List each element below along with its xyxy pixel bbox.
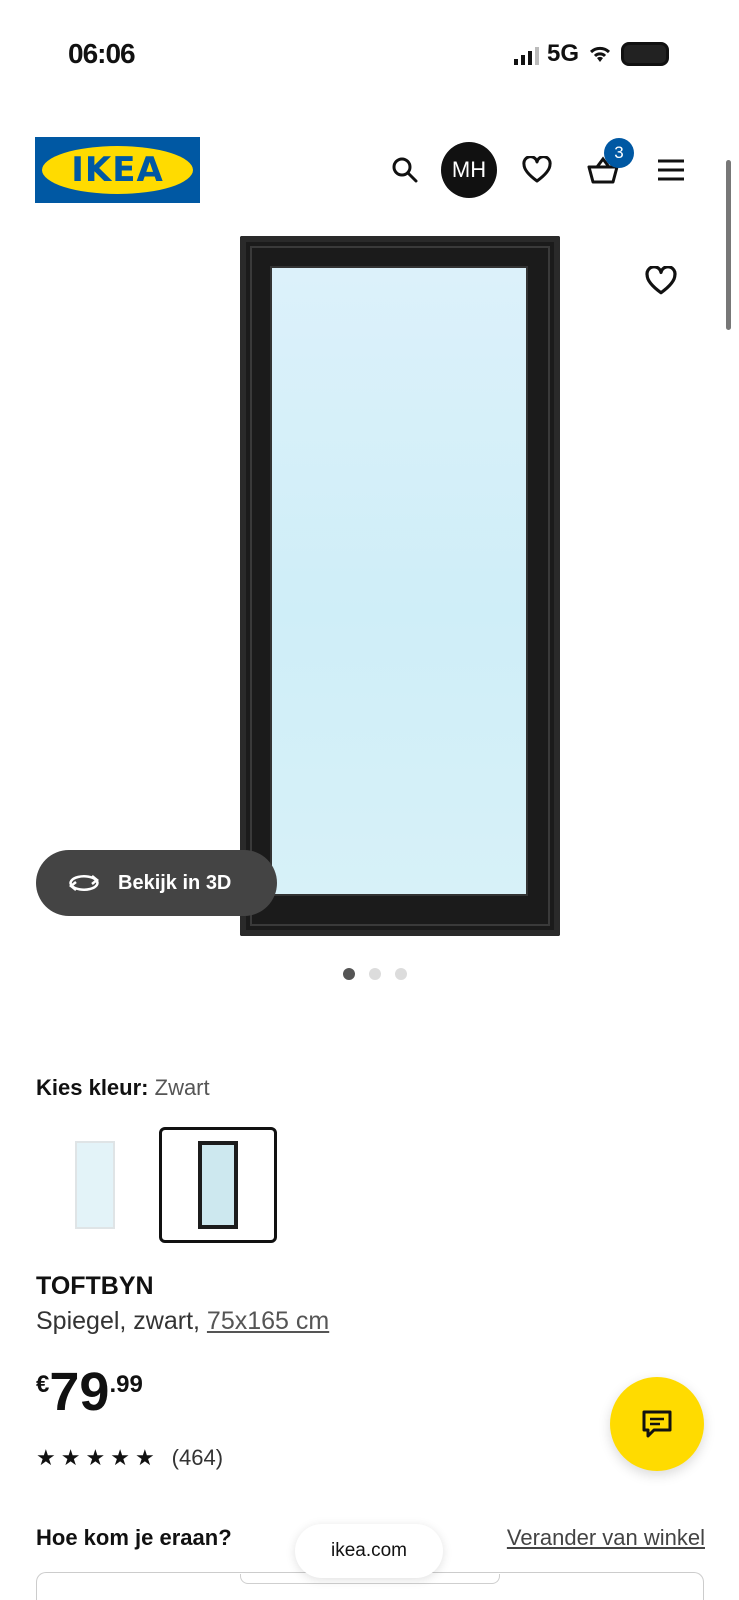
image-pagination — [0, 968, 739, 980]
price-decimal: .99 — [109, 1371, 143, 1398]
view-3d-button[interactable]: Bekijk in 3D — [36, 850, 277, 916]
pagination-dot[interactable] — [394, 968, 407, 980]
logo-text: IKEA — [71, 150, 164, 190]
pagination-dot[interactable] — [368, 968, 381, 980]
review-count: (464) — [171, 1445, 224, 1470]
product-type: Spiegel, zwart, — [36, 1307, 200, 1335]
price-integer: 79 — [49, 1362, 110, 1422]
browser-url-bar[interactable]: ikea.com — [295, 1524, 443, 1578]
star-icon: ★ — [110, 1445, 130, 1470]
colour-swatch-white[interactable] — [36, 1127, 154, 1243]
scrollbar[interactable] — [726, 160, 731, 330]
rotate-3d-icon — [68, 875, 100, 891]
battery-icon — [621, 42, 669, 66]
status-bar: 06:06 5G — [0, 0, 739, 110]
network-label: 5G — [546, 40, 579, 67]
star-icon: ★ — [134, 1445, 155, 1470]
delivery-title: Hoe kom je eraan? — [36, 1525, 232, 1550]
star-icon: ★ — [60, 1445, 81, 1470]
avatar[interactable]: MH — [441, 142, 497, 198]
product-description: Spiegel, zwart, 75x165 cm — [36, 1307, 329, 1336]
menu-icon[interactable] — [646, 145, 696, 195]
swatch-image — [75, 1141, 115, 1229]
basket-count-badge: 3 — [604, 138, 634, 168]
mirror-frame — [240, 236, 560, 936]
product-rating[interactable]: ★ ★ ★ ★ ★ (464) — [36, 1445, 223, 1471]
pagination-dot[interactable] — [342, 968, 355, 980]
colour-selector-label: Kies kleur: Zwart — [36, 1075, 210, 1101]
product-name: TOFTBYN — [36, 1272, 154, 1300]
status-time: 06:06 — [68, 38, 136, 69]
status-indicators: 5G — [513, 40, 669, 68]
wifi-icon — [589, 46, 611, 62]
swatch-image — [198, 1141, 238, 1229]
signal-icon — [513, 43, 539, 65]
star-icon: ★ — [36, 1445, 56, 1470]
colour-swatch-black[interactable] — [159, 1127, 277, 1243]
search-icon[interactable] — [380, 145, 430, 195]
product-size-link[interactable]: 75x165 cm — [207, 1307, 329, 1335]
star-icon: ★ — [85, 1445, 106, 1470]
favourite-icon[interactable] — [638, 258, 684, 304]
ikea-logo[interactable]: IKEA — [35, 137, 200, 203]
chat-button[interactable] — [610, 1377, 704, 1471]
price-currency: € — [36, 1371, 50, 1398]
chat-icon — [642, 1410, 672, 1438]
colour-label: Kies kleur: — [36, 1075, 149, 1100]
view-3d-label: Bekijk in 3D — [118, 871, 232, 894]
colour-value: Zwart — [154, 1075, 210, 1100]
product-image[interactable] — [30, 228, 720, 940]
product-price: € 79 .99 — [36, 1365, 143, 1419]
mirror-glass — [270, 266, 528, 896]
heart-icon[interactable] — [512, 145, 562, 195]
change-store-link[interactable]: Verander van winkel — [507, 1525, 705, 1551]
